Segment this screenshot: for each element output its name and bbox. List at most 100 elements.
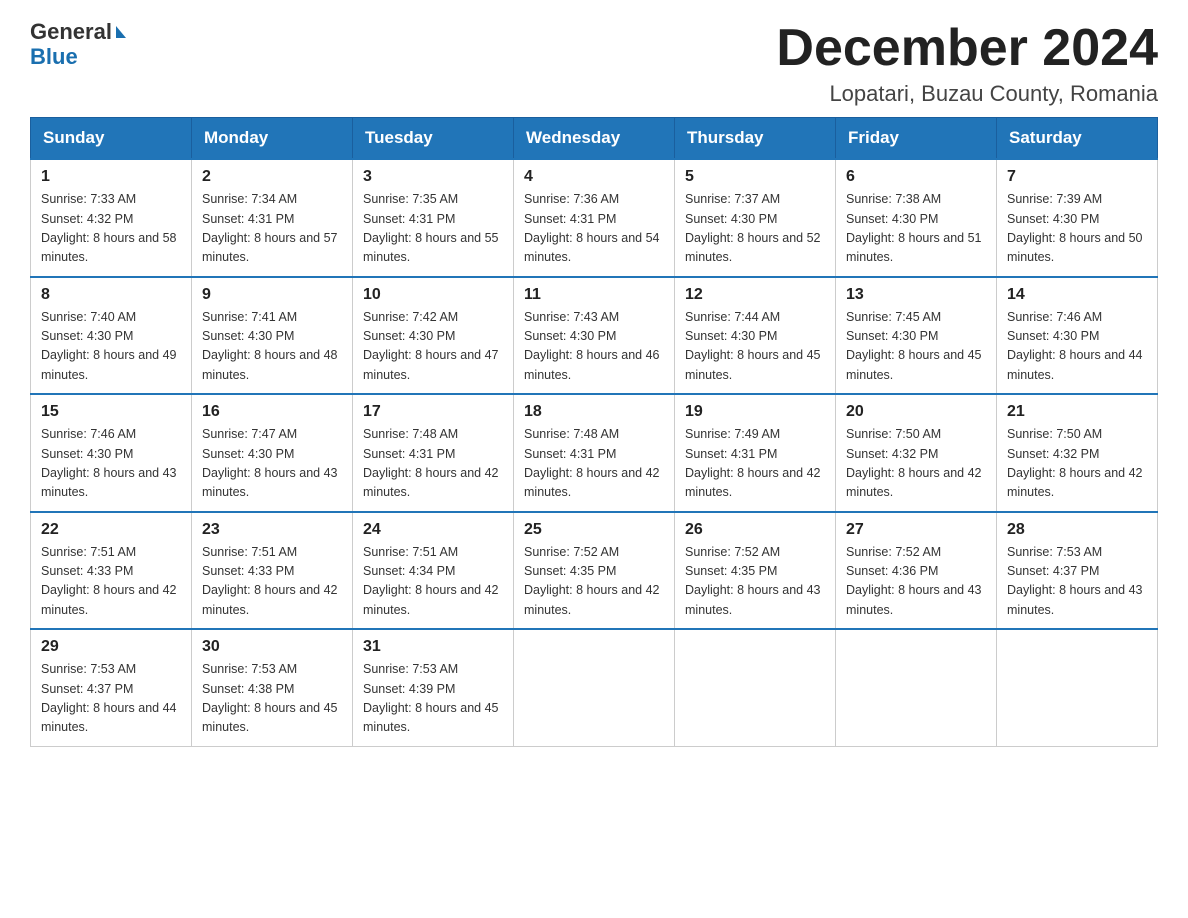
col-header-saturday: Saturday (997, 118, 1158, 160)
calendar-cell: 31 Sunrise: 7:53 AMSunset: 4:39 PMDayligh… (353, 629, 514, 746)
day-info: Sunrise: 7:53 AMSunset: 4:38 PMDaylight:… (202, 660, 342, 738)
day-number: 25 (524, 521, 664, 539)
day-number: 9 (202, 286, 342, 304)
calendar-cell: 22 Sunrise: 7:51 AMSunset: 4:33 PMDayligh… (31, 512, 192, 630)
calendar-cell: 23Sunrise: 7:51 AMSunset: 4:33 PMDayligh… (192, 512, 353, 630)
week-row-5: 29 Sunrise: 7:53 AMSunset: 4:37 PMDayligh… (31, 629, 1158, 746)
day-number: 16 (202, 403, 342, 421)
day-number: 8 (41, 286, 181, 304)
day-number: 10 (363, 286, 503, 304)
day-number: 7 (1007, 168, 1147, 186)
day-info: Sunrise: 7:49 AMSunset: 4:31 PMDaylight:… (685, 425, 825, 503)
calendar-cell: 13 Sunrise: 7:45 AMSunset: 4:30 PMDayligh… (836, 277, 997, 395)
day-number: 21 (1007, 403, 1147, 421)
day-number: 1 (41, 168, 181, 186)
day-info: Sunrise: 7:46 AMSunset: 4:30 PMDaylight:… (1007, 308, 1147, 386)
day-info: Sunrise: 7:48 AMSunset: 4:31 PMDaylight:… (363, 425, 503, 503)
day-info: Sunrise: 7:33 AMSunset: 4:32 PMDaylight:… (41, 190, 181, 268)
day-info: Sunrise: 7:47 AMSunset: 4:30 PMDaylight:… (202, 425, 342, 503)
day-number: 15 (41, 403, 181, 421)
day-number: 6 (846, 168, 986, 186)
day-info: Sunrise: 7:50 AMSunset: 4:32 PMDaylight:… (1007, 425, 1147, 503)
day-info: Sunrise: 7:52 AMSunset: 4:35 PMDaylight:… (524, 543, 664, 621)
day-number: 3 (363, 168, 503, 186)
location: Lopatari, Buzau County, Romania (776, 81, 1158, 107)
calendar-cell: 29 Sunrise: 7:53 AMSunset: 4:37 PMDayligh… (31, 629, 192, 746)
week-row-4: 22 Sunrise: 7:51 AMSunset: 4:33 PMDayligh… (31, 512, 1158, 630)
calendar-cell: 6Sunrise: 7:38 AMSunset: 4:30 PMDaylight… (836, 159, 997, 277)
col-header-wednesday: Wednesday (514, 118, 675, 160)
day-info: Sunrise: 7:34 AMSunset: 4:31 PMDaylight:… (202, 190, 342, 268)
day-number: 5 (685, 168, 825, 186)
calendar-cell: 11 Sunrise: 7:43 AMSunset: 4:30 PMDayligh… (514, 277, 675, 395)
calendar-table: SundayMondayTuesdayWednesdayThursdayFrid… (30, 117, 1158, 747)
day-info: Sunrise: 7:51 AMSunset: 4:33 PMDaylight:… (41, 543, 181, 621)
day-info: Sunrise: 7:41 AMSunset: 4:30 PMDaylight:… (202, 308, 342, 386)
day-number: 19 (685, 403, 825, 421)
day-info: Sunrise: 7:44 AMSunset: 4:30 PMDaylight:… (685, 308, 825, 386)
day-info: Sunrise: 7:45 AMSunset: 4:30 PMDaylight:… (846, 308, 986, 386)
day-info: Sunrise: 7:37 AMSunset: 4:30 PMDaylight:… (685, 190, 825, 268)
day-number: 26 (685, 521, 825, 539)
day-info: Sunrise: 7:42 AMSunset: 4:30 PMDaylight:… (363, 308, 503, 386)
day-info: Sunrise: 7:51 AMSunset: 4:34 PMDaylight:… (363, 543, 503, 621)
calendar-cell: 9 Sunrise: 7:41 AMSunset: 4:30 PMDaylight… (192, 277, 353, 395)
calendar-cell: 18Sunrise: 7:48 AMSunset: 4:31 PMDayligh… (514, 394, 675, 512)
title-block: December 2024 Lopatari, Buzau County, Ro… (776, 20, 1158, 107)
day-info: Sunrise: 7:53 AMSunset: 4:37 PMDaylight:… (41, 660, 181, 738)
day-number: 31 (363, 638, 503, 656)
day-number: 4 (524, 168, 664, 186)
day-number: 22 (41, 521, 181, 539)
logo-blue: Blue (30, 44, 78, 70)
calendar-cell: 4 Sunrise: 7:36 AMSunset: 4:31 PMDaylight… (514, 159, 675, 277)
day-number: 14 (1007, 286, 1147, 304)
calendar-cell: 14 Sunrise: 7:46 AMSunset: 4:30 PMDayligh… (997, 277, 1158, 395)
calendar-cell: 2 Sunrise: 7:34 AMSunset: 4:31 PMDaylight… (192, 159, 353, 277)
week-row-2: 8 Sunrise: 7:40 AMSunset: 4:30 PMDaylight… (31, 277, 1158, 395)
calendar-cell: 8 Sunrise: 7:40 AMSunset: 4:30 PMDaylight… (31, 277, 192, 395)
calendar-cell: 19 Sunrise: 7:49 AMSunset: 4:31 PMDayligh… (675, 394, 836, 512)
day-number: 24 (363, 521, 503, 539)
calendar-cell: 25 Sunrise: 7:52 AMSunset: 4:35 PMDayligh… (514, 512, 675, 630)
day-info: Sunrise: 7:52 AMSunset: 4:36 PMDaylight:… (846, 543, 986, 621)
day-number: 2 (202, 168, 342, 186)
calendar-cell: 7Sunrise: 7:39 AMSunset: 4:30 PMDaylight… (997, 159, 1158, 277)
day-number: 29 (41, 638, 181, 656)
logo-general: General (30, 20, 112, 44)
calendar-cell: 3 Sunrise: 7:35 AMSunset: 4:31 PMDaylight… (353, 159, 514, 277)
calendar-cell: 21 Sunrise: 7:50 AMSunset: 4:32 PMDayligh… (997, 394, 1158, 512)
col-header-tuesday: Tuesday (353, 118, 514, 160)
week-row-1: 1 Sunrise: 7:33 AMSunset: 4:32 PMDaylight… (31, 159, 1158, 277)
day-info: Sunrise: 7:43 AMSunset: 4:30 PMDaylight:… (524, 308, 664, 386)
month-title: December 2024 (776, 20, 1158, 77)
day-info: Sunrise: 7:53 AMSunset: 4:39 PMDaylight:… (363, 660, 503, 738)
calendar-cell: 20Sunrise: 7:50 AMSunset: 4:32 PMDayligh… (836, 394, 997, 512)
day-info: Sunrise: 7:51 AMSunset: 4:33 PMDaylight:… (202, 543, 342, 621)
day-info: Sunrise: 7:40 AMSunset: 4:30 PMDaylight:… (41, 308, 181, 386)
day-number: 11 (524, 286, 664, 304)
col-header-thursday: Thursday (675, 118, 836, 160)
calendar-cell: 24 Sunrise: 7:51 AMSunset: 4:34 PMDayligh… (353, 512, 514, 630)
calendar-cell: 17Sunrise: 7:48 AMSunset: 4:31 PMDayligh… (353, 394, 514, 512)
calendar-cell: 28Sunrise: 7:53 AMSunset: 4:37 PMDayligh… (997, 512, 1158, 630)
day-info: Sunrise: 7:53 AMSunset: 4:37 PMDaylight:… (1007, 543, 1147, 621)
logo: General Blue (30, 20, 126, 70)
day-info: Sunrise: 7:36 AMSunset: 4:31 PMDaylight:… (524, 190, 664, 268)
day-number: 13 (846, 286, 986, 304)
calendar-cell: 5 Sunrise: 7:37 AMSunset: 4:30 PMDaylight… (675, 159, 836, 277)
calendar-cell: 12Sunrise: 7:44 AMSunset: 4:30 PMDayligh… (675, 277, 836, 395)
day-info: Sunrise: 7:52 AMSunset: 4:35 PMDaylight:… (685, 543, 825, 621)
calendar-cell: 10 Sunrise: 7:42 AMSunset: 4:30 PMDayligh… (353, 277, 514, 395)
logo-triangle-icon (116, 26, 126, 38)
calendar-cell (675, 629, 836, 746)
day-number: 27 (846, 521, 986, 539)
calendar-cell: 27 Sunrise: 7:52 AMSunset: 4:36 PMDayligh… (836, 512, 997, 630)
day-info: Sunrise: 7:46 AMSunset: 4:30 PMDaylight:… (41, 425, 181, 503)
col-header-friday: Friday (836, 118, 997, 160)
calendar-cell (836, 629, 997, 746)
calendar-cell: 15 Sunrise: 7:46 AMSunset: 4:30 PMDayligh… (31, 394, 192, 512)
calendar-cell: 16 Sunrise: 7:47 AMSunset: 4:30 PMDayligh… (192, 394, 353, 512)
calendar-cell: 1 Sunrise: 7:33 AMSunset: 4:32 PMDaylight… (31, 159, 192, 277)
day-number: 30 (202, 638, 342, 656)
day-info: Sunrise: 7:35 AMSunset: 4:31 PMDaylight:… (363, 190, 503, 268)
